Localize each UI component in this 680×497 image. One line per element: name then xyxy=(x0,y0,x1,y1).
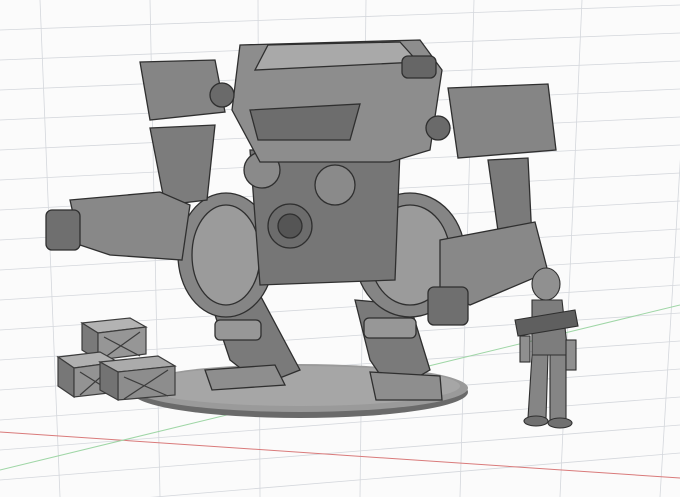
supply-crates[interactable] xyxy=(56,317,177,402)
x-axis-line xyxy=(0,431,680,479)
cad-3d-viewport[interactable] xyxy=(0,0,680,497)
viewport-canvas[interactable] xyxy=(0,0,680,497)
